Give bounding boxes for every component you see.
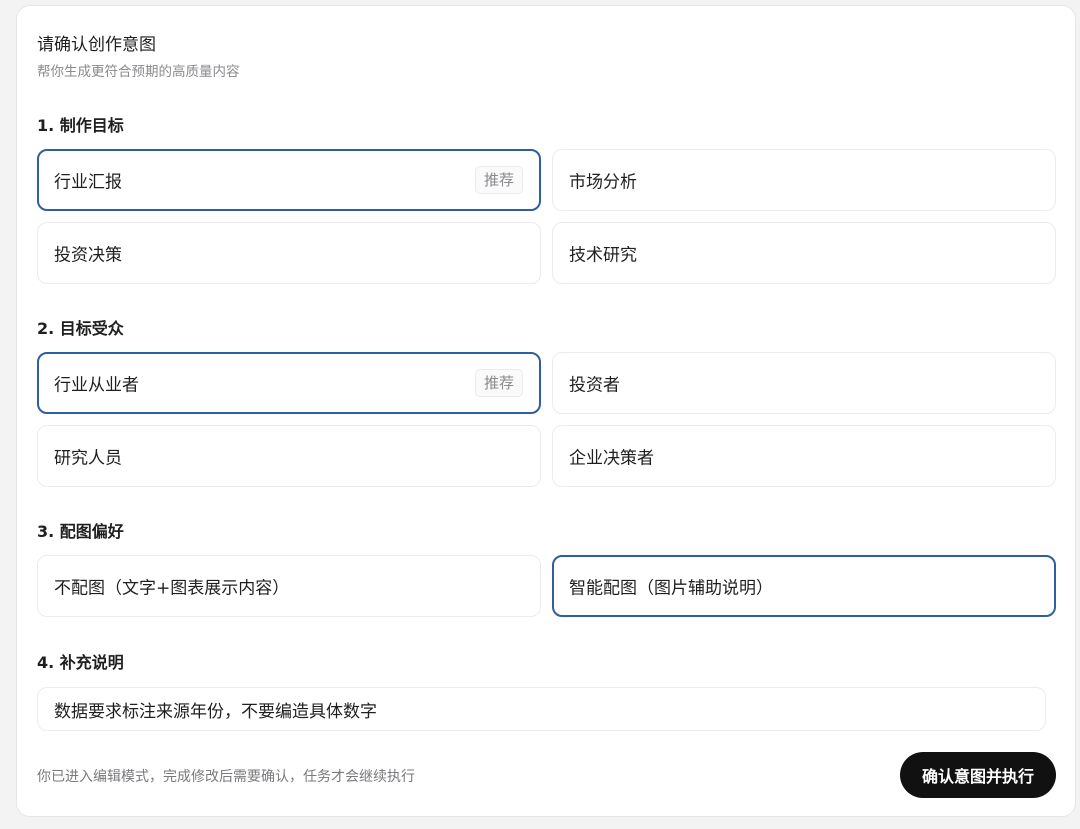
option-label: 不配图（文字+图表展示内容） <box>54 578 290 599</box>
option-label: 智能配图（图片辅助说明） <box>569 578 773 599</box>
option-image-smart[interactable]: 智能配图（图片辅助说明） <box>552 555 1056 617</box>
card-title: 请确认创作意图 <box>37 35 156 55</box>
option-goal-industry-report[interactable]: 行业汇报 推荐 <box>37 149 541 211</box>
option-label: 投资者 <box>569 375 620 396</box>
option-goal-tech-research[interactable]: 技术研究 <box>552 222 1056 284</box>
option-image-none[interactable]: 不配图（文字+图表展示内容） <box>37 555 541 617</box>
option-audience-practitioners[interactable]: 行业从业者 推荐 <box>37 352 541 414</box>
option-audience-investors[interactable]: 投资者 <box>552 352 1056 414</box>
option-goal-investment-decision[interactable]: 投资决策 <box>37 222 541 284</box>
notes-input[interactable] <box>37 687 1046 731</box>
option-audience-decision-makers[interactable]: 企业决策者 <box>552 425 1056 487</box>
option-goal-market-analysis[interactable]: 市场分析 <box>552 149 1056 211</box>
option-audience-researchers[interactable]: 研究人员 <box>37 425 541 487</box>
option-label: 投资决策 <box>54 245 122 266</box>
option-label: 行业从业者 <box>54 375 139 396</box>
section-title-notes: 4. 补充说明 <box>37 653 124 672</box>
option-label: 企业决策者 <box>569 448 654 469</box>
edit-mode-hint: 你已进入编辑模式，完成修改后需要确认，任务才会继续执行 <box>37 769 415 785</box>
recommended-badge: 推荐 <box>474 369 523 397</box>
section-title-image-pref: 3. 配图偏好 <box>37 522 124 541</box>
option-label: 行业汇报 <box>54 172 122 193</box>
option-label: 技术研究 <box>569 245 637 266</box>
recommended-badge: 推荐 <box>474 166 523 194</box>
section-title-audience: 2. 目标受众 <box>37 319 124 338</box>
card-subtitle: 帮你生成更符合预期的高质量内容 <box>37 64 240 80</box>
confirm-execute-button[interactable]: 确认意图并执行 <box>900 752 1056 798</box>
option-label: 研究人员 <box>54 448 122 469</box>
intent-confirm-card: 请确认创作意图 帮你生成更符合预期的高质量内容 1. 制作目标 行业汇报 推荐 … <box>16 5 1076 817</box>
option-label: 市场分析 <box>569 172 637 193</box>
section-title-goal: 1. 制作目标 <box>37 116 124 135</box>
